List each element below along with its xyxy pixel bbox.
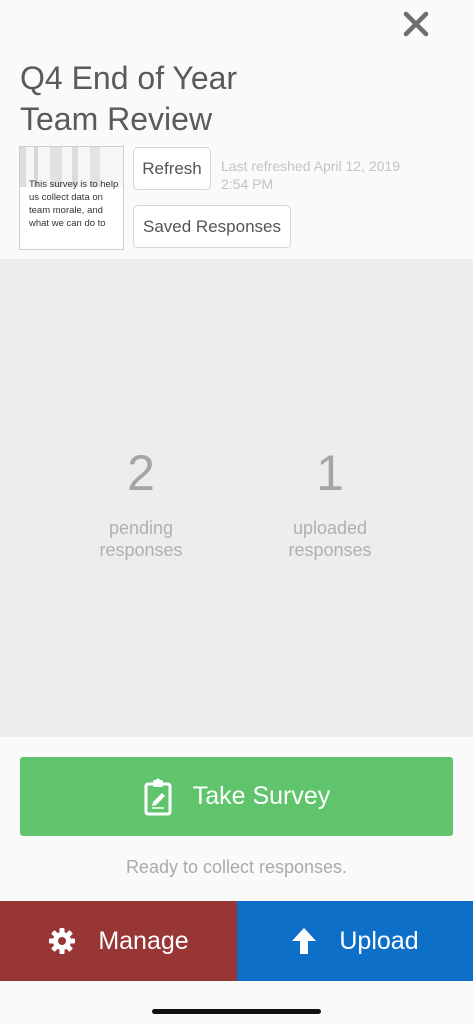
clipboard-edit-icon: [143, 778, 173, 816]
gear-icon: [48, 927, 76, 955]
upload-button[interactable]: Upload: [237, 901, 473, 981]
thumbnail-text: This survey is to help us collect data o…: [29, 179, 119, 229]
upload-label: Upload: [339, 926, 419, 955]
arrow-up-icon: [291, 927, 317, 955]
home-indicator[interactable]: [152, 1009, 321, 1014]
close-icon: [403, 11, 429, 37]
uploaded-responses-stat: 1 uploaded responses: [260, 445, 400, 561]
manage-button[interactable]: Manage: [0, 901, 237, 981]
uploaded-label: uploaded responses: [260, 517, 400, 561]
pending-label-line2: responses: [99, 540, 183, 560]
take-survey-label: Take Survey: [192, 782, 331, 810]
last-refreshed-time: 2:54 PM: [221, 176, 274, 192]
response-stats-panel: 2 pending responses 1 uploaded responses: [0, 259, 473, 737]
manage-label: Manage: [98, 926, 189, 955]
saved-responses-button[interactable]: Saved Responses: [133, 205, 291, 248]
last-refreshed-date: Last refreshed April 12, 2019: [221, 158, 401, 174]
pending-responses-stat: 2 pending responses: [71, 445, 211, 561]
take-survey-button[interactable]: Take Survey: [20, 757, 453, 836]
uploaded-label-line2: responses: [288, 540, 372, 560]
pending-label-line1: pending: [108, 518, 174, 538]
refresh-button[interactable]: Refresh: [133, 147, 211, 190]
page-title-line1: Q4 End of Year: [20, 60, 238, 96]
close-button[interactable]: [399, 7, 433, 41]
bottom-action-bar: Manage Upload: [0, 901, 473, 981]
uploaded-count: 1: [316, 445, 344, 501]
pending-count: 2: [127, 445, 155, 501]
pending-label: pending responses: [71, 517, 211, 561]
survey-thumbnail[interactable]: This survey is to help us collect data o…: [19, 146, 124, 250]
uploaded-label-line1: uploaded: [292, 518, 368, 538]
status-text: Ready to collect responses.: [125, 857, 348, 877]
last-refreshed-text: Last refreshed April 12, 2019 2:54 PM: [221, 157, 461, 193]
page-title-line2: Team Review: [20, 101, 213, 137]
page-title: Q4 End of Year Team Review: [20, 58, 320, 140]
